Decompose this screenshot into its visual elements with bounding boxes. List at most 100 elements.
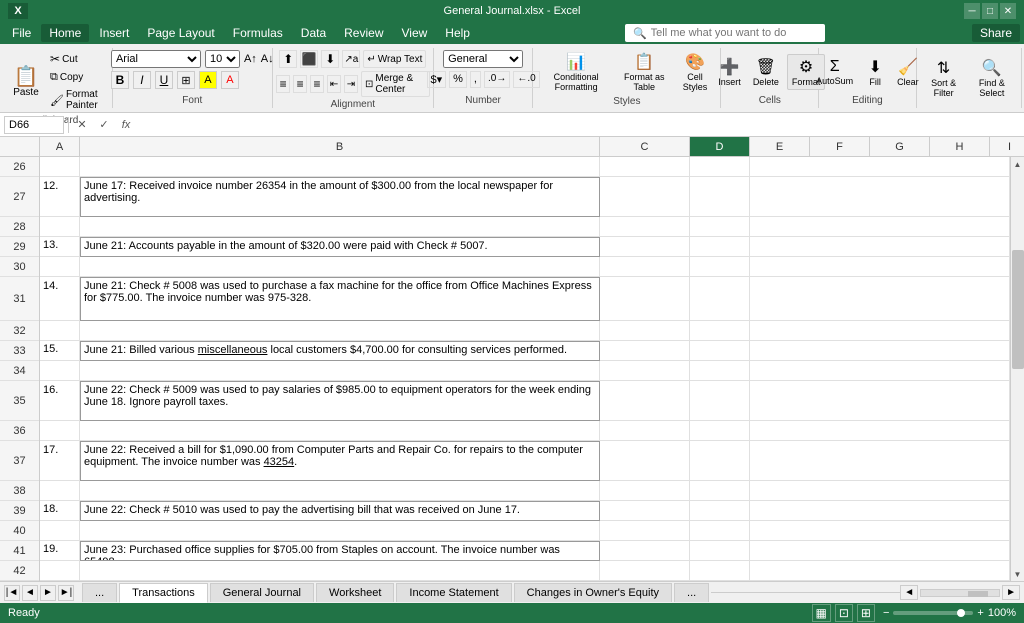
cell-a31[interactable]: 14. <box>40 277 80 321</box>
row-41[interactable]: 41 <box>0 541 39 561</box>
sheet-tab-income-statement[interactable]: Income Statement <box>396 583 511 602</box>
cell-c42[interactable] <box>600 561 690 581</box>
increase-indent-icon[interactable]: ⇥ <box>344 75 358 93</box>
cell-b34[interactable] <box>80 361 600 381</box>
minimize-btn[interactable]: ─ <box>964 3 980 19</box>
row-35[interactable]: 35 <box>0 381 39 421</box>
tab-prev-btn[interactable]: ◄ <box>22 585 38 601</box>
insert-button[interactable]: ➕ Insert <box>714 55 745 89</box>
menu-review[interactable]: Review <box>336 24 391 42</box>
cell-d36[interactable] <box>690 421 750 441</box>
cell-styles-button[interactable]: 🎨 Cell Styles <box>676 50 715 94</box>
row-34[interactable]: 34 <box>0 361 39 381</box>
sort-filter-button[interactable]: ⇅ Sort & Filter <box>923 56 965 100</box>
cell-b40[interactable] <box>80 521 600 541</box>
cell-rest28[interactable] <box>750 217 1010 237</box>
decrease-font-icon[interactable]: A↓ <box>261 53 274 65</box>
cell-b32[interactable] <box>80 321 600 341</box>
cell-rest37[interactable] <box>750 441 1010 481</box>
cell-rest40[interactable] <box>750 521 1010 541</box>
row-36[interactable]: 36 <box>0 421 39 441</box>
cell-d33[interactable] <box>690 341 750 361</box>
tell-me-input[interactable] <box>651 27 811 39</box>
cell-rest42[interactable] <box>750 561 1010 581</box>
cell-rest27[interactable] <box>750 177 1010 217</box>
format-painter-button[interactable]: 🖌 Format Painter <box>46 87 106 113</box>
cell-d27[interactable] <box>690 177 750 217</box>
cell-rest31[interactable] <box>750 277 1010 321</box>
increase-decimal-icon[interactable]: .0→ <box>484 71 510 88</box>
paste-button[interactable]: 📋 Paste <box>8 63 44 100</box>
cell-c27[interactable] <box>600 177 690 217</box>
row-42[interactable]: 42 <box>0 561 39 581</box>
cell-c31[interactable] <box>600 277 690 321</box>
cell-d41[interactable] <box>690 541 750 561</box>
italic-button[interactable]: I <box>133 71 151 89</box>
increase-font-icon[interactable]: A↑ <box>244 53 257 65</box>
cell-b26[interactable] <box>80 157 600 177</box>
cell-c28[interactable] <box>600 217 690 237</box>
number-format-select[interactable]: General <box>443 50 523 68</box>
cell-rest29[interactable] <box>750 237 1010 257</box>
menu-formulas[interactable]: Formulas <box>225 24 291 42</box>
row-26[interactable]: 26 <box>0 157 39 177</box>
menu-insert[interactable]: Insert <box>91 24 137 42</box>
tab-next-btn[interactable]: ► <box>40 585 56 601</box>
cell-a27[interactable]: 12. <box>40 177 80 217</box>
currency-button[interactable]: $▾ <box>427 71 447 88</box>
left-align-icon[interactable]: ≡ <box>276 75 290 93</box>
cell-d32[interactable] <box>690 321 750 341</box>
cell-d28[interactable] <box>690 217 750 237</box>
row-32[interactable]: 32 <box>0 321 39 341</box>
scroll-track[interactable] <box>1011 171 1024 567</box>
hscroll-left-btn[interactable]: ◄ <box>900 585 918 600</box>
cell-d37[interactable] <box>690 441 750 481</box>
format-as-table-button[interactable]: 📋 Format as Table <box>617 50 672 94</box>
scroll-thumb[interactable] <box>1012 250 1024 369</box>
col-header-a[interactable]: A <box>40 137 80 156</box>
cell-c26[interactable] <box>600 157 690 177</box>
cell-b38[interactable] <box>80 481 600 501</box>
confirm-formula-icon[interactable]: ✓ <box>95 116 113 134</box>
orientation-button[interactable]: ↗a <box>342 50 360 68</box>
sheet-tab-worksheet[interactable]: Worksheet <box>316 583 394 602</box>
cell-d38[interactable] <box>690 481 750 501</box>
right-align-icon[interactable]: ≡ <box>310 75 324 93</box>
cell-a36[interactable] <box>40 421 80 441</box>
window-controls[interactable]: ─ □ ✕ <box>964 3 1016 19</box>
row-37[interactable]: 37 <box>0 441 39 481</box>
tab-first-btn[interactable]: |◄ <box>4 585 20 601</box>
cell-rest35[interactable] <box>750 381 1010 421</box>
cell-d40[interactable] <box>690 521 750 541</box>
cell-rest36[interactable] <box>750 421 1010 441</box>
tab-last-btn[interactable]: ►| <box>58 585 74 601</box>
cell-a29[interactable]: 13. <box>40 237 80 257</box>
cell-c36[interactable] <box>600 421 690 441</box>
cell-rest39[interactable] <box>750 501 1010 521</box>
cell-c39[interactable] <box>600 501 690 521</box>
col-header-h[interactable]: H <box>930 137 990 156</box>
cell-a28[interactable] <box>40 217 80 237</box>
cell-c34[interactable] <box>600 361 690 381</box>
cell-d30[interactable] <box>690 257 750 277</box>
zoom-in-icon[interactable]: + <box>977 607 983 619</box>
cell-c37[interactable] <box>600 441 690 481</box>
cell-c32[interactable] <box>600 321 690 341</box>
cell-rest38[interactable] <box>750 481 1010 501</box>
cell-c41[interactable] <box>600 541 690 561</box>
center-align-icon[interactable]: ≡ <box>293 75 307 93</box>
sheet-tab-ellipsis-left[interactable]: ... <box>82 583 117 602</box>
align-top-icon[interactable]: ⬆ <box>279 50 297 68</box>
hscroll-right-btn[interactable]: ► <box>1002 585 1020 600</box>
col-header-b[interactable]: B <box>80 137 600 156</box>
borders-button[interactable]: ⊞ <box>177 71 195 89</box>
cell-d34[interactable] <box>690 361 750 381</box>
cell-d26[interactable] <box>690 157 750 177</box>
wrap-text-button[interactable]: ↵ Wrap Text <box>363 50 426 68</box>
view-normal-icon[interactable]: ▦ <box>812 604 831 622</box>
fill-button[interactable]: ⬇ Fill <box>861 55 889 89</box>
fill-color-button[interactable]: A <box>199 71 217 89</box>
share-btn[interactable]: Share <box>972 24 1020 42</box>
view-page-break-icon[interactable]: ⊞ <box>857 604 875 622</box>
row-38[interactable]: 38 <box>0 481 39 501</box>
